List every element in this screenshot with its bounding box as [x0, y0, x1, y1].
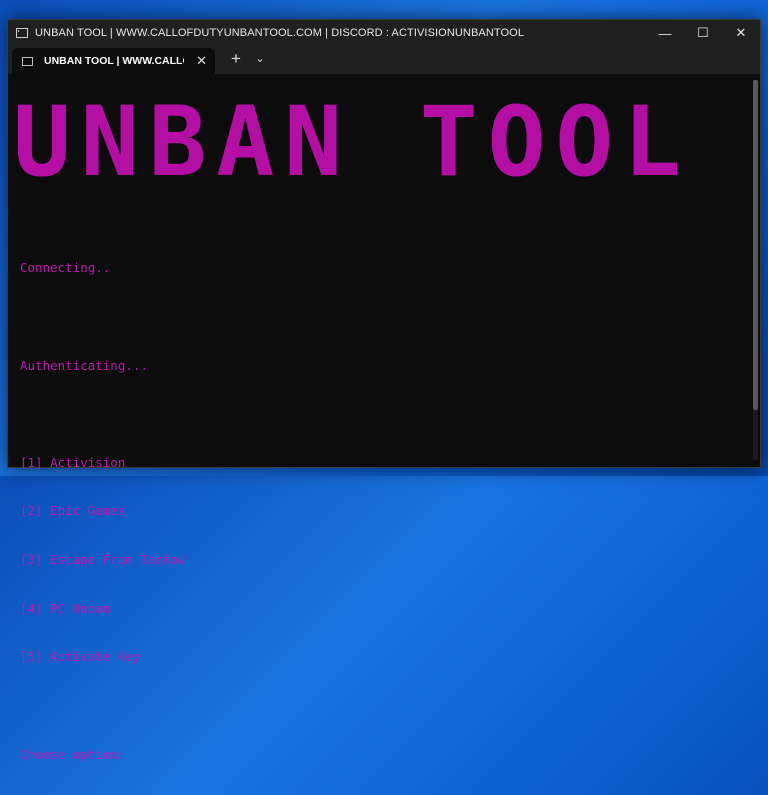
ascii-banner: UNBAN TOOL	[13, 86, 691, 198]
console-line: Authenticating...	[20, 357, 148, 373]
terminal-tab-icon	[22, 56, 33, 66]
tab-dropdown-button[interactable]: ⌄	[253, 50, 267, 68]
console-line: ​	[20, 309, 186, 325]
scrollbar[interactable]	[753, 80, 758, 460]
console-line: Connecting..	[20, 260, 111, 276]
new-tab-button[interactable]: +	[227, 50, 245, 68]
console-lines: Connecting.. ​ Authenticating... ​ [1] A…	[20, 228, 186, 795]
menu-option-activision: [1] Activision	[20, 454, 126, 470]
choose-option-prompt: Choose option:	[20, 746, 126, 762]
title-bar[interactable]: UNBAN TOOL | WWW.CALLOFDUTYUNBANTOOL.COM…	[8, 20, 760, 46]
tab-close-icon[interactable]: ✕	[196, 53, 207, 69]
maximize-button[interactable]: ☐	[684, 20, 722, 46]
menu-option-epic-games: [2] Epic Games	[20, 503, 126, 519]
console-line: ​	[20, 406, 186, 422]
scrollbar-thumb[interactable]	[753, 80, 758, 410]
window-title: UNBAN TOOL | WWW.CALLOFDUTYUNBANTOOL.COM…	[35, 27, 525, 39]
menu-option-tarkov: [3] Escape From Tarkov	[20, 552, 186, 568]
minimize-button[interactable]: —	[646, 20, 684, 46]
menu-option-pc-unban: [4] PC Unban	[20, 600, 111, 616]
console-line: ​	[20, 698, 186, 714]
menu-option-activate-key: [5] Activate Key	[20, 649, 141, 665]
console-output[interactable]: UNBAN TOOL Connecting.. ​ Authenticating…	[8, 74, 760, 762]
window-controls: — ☐ ✕	[646, 20, 760, 46]
terminal-window: UNBAN TOOL | WWW.CALLOFDUTYUNBANTOOL.COM…	[7, 19, 761, 762]
close-button[interactable]: ✕	[722, 20, 760, 46]
tab-label: UNBAN TOOL | WWW.CALLOF	[44, 55, 184, 67]
tab-unban-tool[interactable]: UNBAN TOOL | WWW.CALLOF ✕	[12, 48, 215, 74]
terminal-app-icon	[16, 28, 28, 38]
tab-bar: UNBAN TOOL | WWW.CALLOF ✕ + ⌄	[8, 46, 760, 74]
